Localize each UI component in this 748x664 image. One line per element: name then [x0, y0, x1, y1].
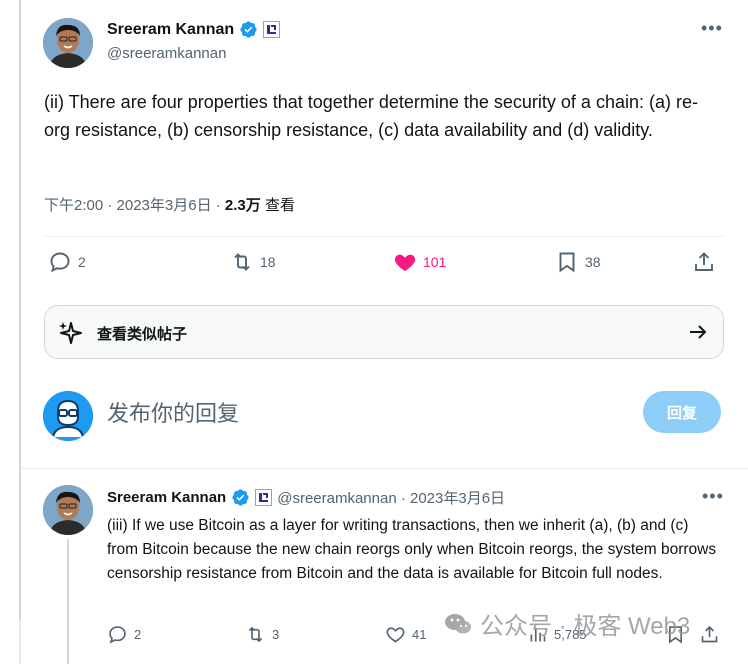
thread-line: [67, 539, 69, 664]
reply-button[interactable]: 2: [107, 624, 141, 645]
like-button[interactable]: 101: [393, 250, 446, 274]
share-icon: [701, 625, 718, 643]
retweet-button[interactable]: 18: [230, 250, 276, 274]
reply-input[interactable]: 发布你的回复: [107, 396, 239, 428]
retweet-count: 3: [272, 627, 280, 642]
share-button[interactable]: [699, 624, 720, 645]
left-border-lower: [19, 620, 21, 664]
retweet-count: 18: [260, 254, 276, 270]
heart-icon: [386, 627, 405, 643]
bookmark-icon: [559, 252, 575, 273]
similar-posts-label: 查看类似帖子: [97, 326, 188, 343]
more-icon[interactable]: •••: [701, 18, 723, 39]
share-icon: [695, 252, 713, 271]
verified-badge-icon: [232, 489, 249, 506]
reply-count: 2: [134, 627, 142, 642]
verified-badge-icon: [240, 21, 257, 38]
share-button[interactable]: [692, 250, 716, 274]
reply-submit-button[interactable]: 回复: [643, 391, 721, 433]
like-button[interactable]: 41: [385, 624, 426, 645]
tweet-text: (ii) There are four properties that toge…: [44, 92, 698, 140]
reply-icon: [50, 252, 70, 273]
reply-count: 2: [78, 254, 86, 270]
arrow-right-icon: [690, 325, 707, 339]
reply-icon: [109, 626, 126, 644]
section-divider: [21, 468, 748, 469]
like-count: 41: [412, 627, 427, 642]
retweet-icon: [234, 253, 250, 271]
heart-icon: [394, 254, 416, 271]
like-count: 101: [423, 254, 447, 270]
tweet-text: (iii) If we use Bitcoin as a layer for w…: [107, 517, 717, 582]
avatar[interactable]: [43, 18, 93, 68]
more-icon[interactable]: •••: [702, 486, 724, 507]
action-bar: 2 18 101 38: [44, 250, 724, 282]
affiliate-badge-icon: [255, 489, 273, 506]
bookmark-count: 38: [585, 254, 601, 270]
handle-date[interactable]: @sreeramkannan · 2023年3月6日: [277, 487, 505, 508]
sparkle-icon: [59, 322, 82, 344]
main-tweet: Sreeram Kannan @sreeramkannan ••• (ii) T…: [21, 0, 748, 470]
tweet-meta: 下午2:00 · 2023年3月6日 · 2.3万 查看: [44, 194, 295, 215]
avatar[interactable]: [43, 485, 93, 535]
views-count: 2.3万: [224, 197, 261, 214]
author-handle[interactable]: @sreeramkannan: [107, 45, 226, 62]
views-label: 查看: [260, 197, 295, 214]
affiliate-badge-icon: [263, 21, 281, 38]
retweet-button[interactable]: 3: [245, 624, 279, 645]
author-name[interactable]: Sreeram Kannan: [107, 489, 226, 506]
tweet-time[interactable]: 下午2:00 · 2023年3月6日 ·: [44, 197, 225, 214]
similar-posts-button[interactable]: 查看类似帖子: [44, 305, 724, 359]
author-row: Sreeram Kannan @sreeramkannan · 2023年3月6…: [107, 487, 505, 508]
wechat-icon: [445, 613, 471, 633]
author-row: Sreeram Kannan: [107, 20, 281, 39]
author-name[interactable]: Sreeram Kannan: [107, 21, 234, 39]
my-avatar[interactable]: [43, 391, 93, 441]
watermark: 公众号 · 极客 Web3: [444, 606, 690, 641]
watermark-text: 公众号 · 极客 Web3: [480, 613, 691, 640]
divider: [44, 236, 724, 237]
bookmark-button[interactable]: 38: [555, 250, 601, 274]
retweet-icon: [248, 626, 263, 643]
reply-button[interactable]: 2: [48, 250, 86, 274]
